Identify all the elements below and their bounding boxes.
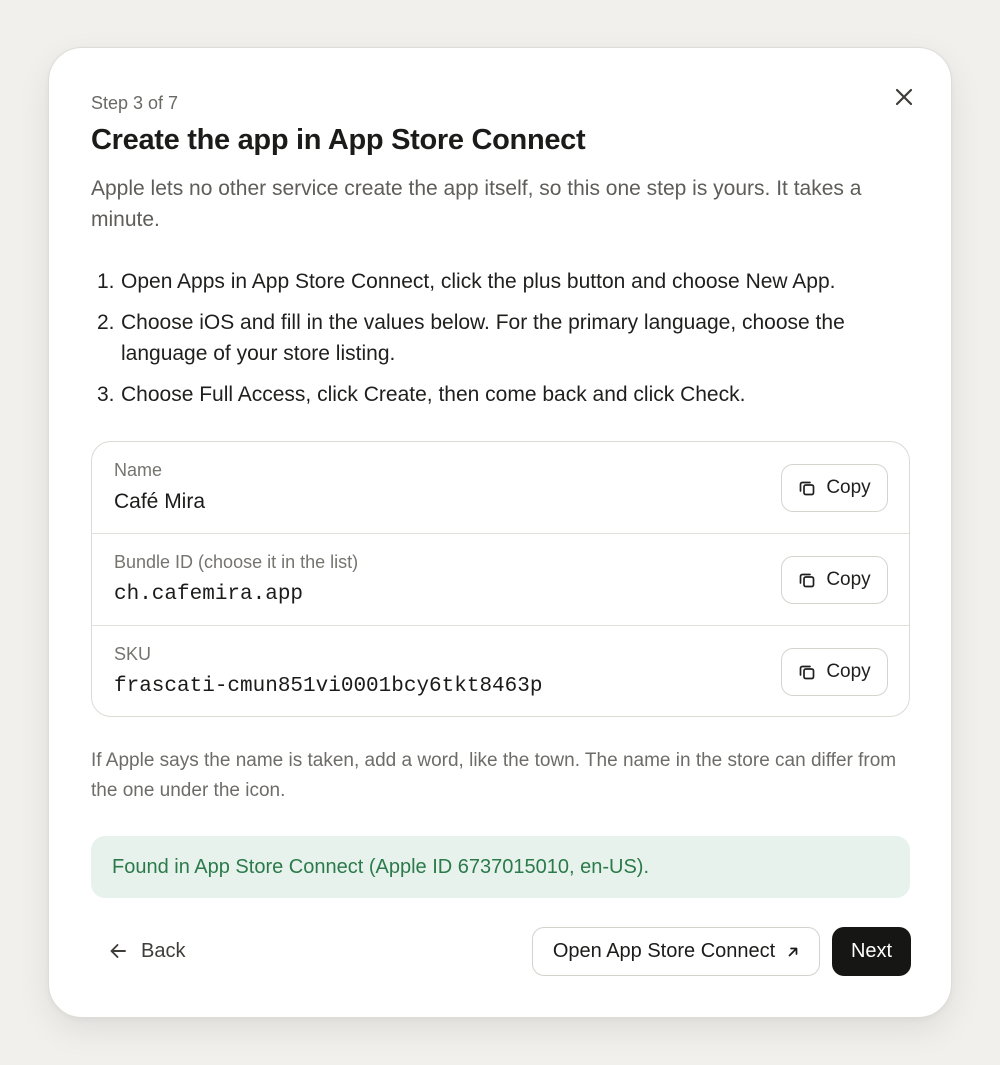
instruction-item: 2. Choose iOS and fill in the values bel…: [97, 307, 887, 369]
copy-button-label: Copy: [826, 569, 871, 590]
dialog-title: Create the app in App Store Connect: [91, 124, 586, 156]
next-button[interactable]: Next: [832, 927, 911, 976]
back-button[interactable]: Back: [109, 933, 185, 969]
field-row-name: Name Café Mira Copy: [92, 442, 909, 534]
field-value-name: Café Mira: [114, 490, 206, 513]
back-button-label: Back: [141, 939, 186, 962]
status-text: Found in App Store Connect (Apple ID 673…: [112, 855, 650, 878]
copy-button-label: Copy: [826, 477, 871, 498]
instruction-list: 1. Open Apps in App Store Connect, click…: [97, 266, 887, 420]
status-banner: Found in App Store Connect (Apple ID 673…: [91, 836, 910, 898]
copy-icon: [799, 481, 815, 496]
setup-dialog: Step 3 of 7 Create the app in App Store …: [48, 47, 952, 1018]
arrow-left-icon: [110, 944, 126, 958]
open-button-label: Open App Store Connect: [552, 940, 776, 962]
field-row-sku: SKU frascati-cmun851vi0001bcy6tkt8463p C…: [92, 626, 909, 716]
open-app-store-connect-button[interactable]: Open App Store Connect: [532, 927, 820, 976]
field-label: Name: [114, 460, 163, 480]
instruction-number: 2.: [97, 311, 115, 334]
instruction-item: 3. Choose Full Access, click Create, the…: [97, 379, 887, 410]
instruction-text: Open Apps in App Store Connect, click th…: [121, 270, 836, 293]
close-icon: [895, 88, 913, 106]
copy-bundle-id-button[interactable]: Copy: [781, 556, 888, 604]
dialog-intro: Apple lets no other service create the a…: [91, 177, 862, 231]
copy-button-label: Copy: [826, 661, 871, 682]
copy-sku-button[interactable]: Copy: [781, 648, 888, 696]
field-value-sku: frascati-cmun851vi0001bcy6tkt8463p: [114, 675, 543, 698]
field-label: SKU: [114, 644, 152, 664]
copy-icon: [799, 665, 815, 680]
name-taken-note: If Apple says the name is taken, add a w…: [91, 750, 897, 801]
app-values-card: Name Café Mira Copy Bundle ID (choose it…: [91, 441, 910, 717]
instruction-number: 3.: [97, 383, 115, 406]
instruction-text: Choose iOS and fill in the values below.…: [121, 311, 845, 365]
copy-name-button[interactable]: Copy: [781, 464, 888, 512]
external-link-icon: [788, 947, 798, 956]
instruction-number: 1.: [97, 270, 115, 293]
copy-icon: [799, 573, 815, 588]
close-button[interactable]: [889, 82, 919, 112]
field-value-bundle-id: ch.cafemira.app: [114, 583, 304, 606]
instruction-text: Choose Full Access, click Create, then c…: [121, 383, 746, 406]
instruction-item: 1. Open Apps in App Store Connect, click…: [97, 266, 887, 297]
step-indicator: Step 3 of 7: [91, 93, 179, 113]
field-label: Bundle ID (choose it in the list): [114, 552, 359, 572]
field-row-bundle-id: Bundle ID (choose it in the list) ch.caf…: [92, 534, 909, 626]
